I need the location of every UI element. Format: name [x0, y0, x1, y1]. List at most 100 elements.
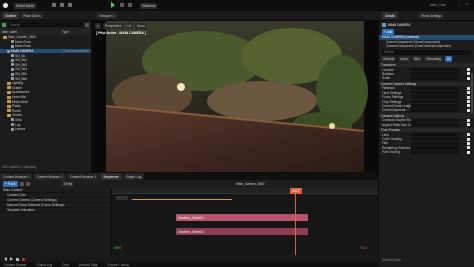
folder-icon: [7, 100, 11, 104]
timeline-area[interactable]: Gradient_Sheet01 Gradient_Sheet02 0027 0…: [112, 188, 378, 255]
component-root-label: MAIN CAMERA (Instance): [382, 35, 420, 40]
bottom-tab[interactable]: Content Browser 2: [33, 173, 66, 180]
property-value-field[interactable]: [411, 141, 459, 146]
fps-selector[interactable]: 24 fps: [61, 181, 75, 187]
main-toolbar: Outliner Place Actors Viewport 1 Details…: [0, 11, 474, 21]
column-item-label[interactable]: Item Label: [2, 30, 62, 34]
property-value-field[interactable]: [411, 118, 459, 122]
property-checkbox[interactable]: [467, 91, 470, 95]
property-checkbox[interactable]: [467, 72, 470, 76]
minimize-icon[interactable]: –: [458, 3, 460, 7]
gradient-section[interactable]: Gradient_Sheet01: [176, 214, 308, 221]
save-icon[interactable]: [52, 3, 56, 7]
tab-outliner[interactable]: Outliner: [2, 12, 20, 19]
camera-lock-icon[interactable]: [25, 182, 30, 186]
property-value-field[interactable]: [411, 72, 459, 76]
select-mode-button[interactable]: Select Mode: [14, 2, 36, 9]
platforms-button[interactable]: Platforms: [140, 2, 158, 9]
outliner-panel: Search Item Label Type Main_Garden_3840 M…: [0, 21, 92, 172]
property-value-field[interactable]: [411, 104, 459, 108]
previous-icon[interactable]: [4, 257, 7, 261]
play-icon[interactable]: [10, 257, 13, 261]
filter-tab[interactable]: Actor: [398, 55, 410, 62]
unreal-logo-icon: [3, 3, 8, 8]
tab-world-settings[interactable]: World Settings: [418, 12, 445, 19]
show-button[interactable]: Show: [134, 23, 147, 29]
property-checkbox[interactable]: [467, 123, 470, 127]
property-value-field[interactable]: [411, 146, 459, 150]
range-start[interactable]: 0000: [114, 246, 121, 250]
bottom-tab[interactable]: Content Browser 3: [66, 173, 100, 180]
perspective-button[interactable]: Perspective: [102, 23, 124, 29]
column-type[interactable]: Type: [62, 30, 69, 34]
outliner-item[interactable]: MAIN CAMERA CineCameraActor: [0, 48, 91, 54]
filter-tab[interactable]: Misc: [411, 55, 423, 62]
property-value-field[interactable]: [411, 99, 459, 104]
filter-tab[interactable]: General: [381, 55, 397, 62]
stop-icon[interactable]: [128, 3, 132, 7]
filter-tab[interactable]: All: [444, 55, 453, 62]
lit-button[interactable]: Lit: [125, 23, 133, 29]
bottom-tab[interactable]: Content Browser 1: [0, 173, 33, 180]
property-label: Constrain Aspect Ratio: [382, 118, 411, 123]
property-checkbox[interactable]: [467, 108, 470, 112]
details-scrollbar[interactable]: [471, 73, 473, 113]
details-actor-row: MAIN CAMERA: [379, 21, 474, 29]
add-actor-icon[interactable]: [2, 22, 6, 27]
playhead-value[interactable]: 0027: [290, 188, 302, 194]
add-component-button[interactable]: + Add: [382, 29, 395, 35]
tab-place-actors[interactable]: Place Actors: [20, 12, 44, 19]
tab-viewport[interactable]: Viewport 1: [96, 12, 118, 19]
property-checkbox[interactable]: [467, 141, 470, 145]
close-icon[interactable]: ×: [466, 2, 468, 6]
property-checkbox[interactable]: [467, 95, 470, 99]
outliner-item[interactable]: Leaves: [0, 127, 91, 132]
property-checkbox[interactable]: [467, 137, 470, 141]
playhead-line[interactable]: [295, 188, 296, 255]
property-value-field[interactable]: [411, 95, 459, 99]
property-value-field[interactable]: [411, 122, 459, 127]
property-value-field[interactable]: [411, 137, 459, 141]
property-value-field[interactable]: [411, 91, 459, 95]
property-value-field[interactable]: [411, 67, 459, 72]
gradient-section[interactable]: Gradient_Sheet02: [176, 228, 308, 235]
bottom-tab[interactable]: Output Log: [122, 173, 145, 180]
save-sequence-icon[interactable]: [19, 182, 24, 186]
viewport-options-button[interactable]: ≡: [95, 23, 101, 29]
add-track-button[interactable]: + Track: [3, 181, 18, 187]
level-viewport[interactable]: ≡ Perspective Lit Show [ Pilot Active - …: [92, 21, 378, 172]
filter-icon[interactable]: [85, 22, 89, 27]
play-icon[interactable]: [111, 2, 115, 8]
property-value-field[interactable]: [411, 150, 459, 154]
step-icon[interactable]: [120, 3, 124, 7]
property-value-field[interactable]: [411, 108, 459, 112]
time-ruler[interactable]: [112, 188, 378, 194]
outliner-search-input[interactable]: Search: [8, 22, 83, 27]
details-search-input[interactable]: Search: [382, 49, 471, 55]
property-value-field[interactable]: [411, 86, 459, 91]
sequencer-track[interactable]: Template Animation: [0, 208, 111, 213]
property-value-field[interactable]: [411, 76, 459, 81]
property-checkbox[interactable]: [467, 146, 470, 150]
property-value-field[interactable]: [411, 132, 459, 137]
property-checkbox[interactable]: [467, 100, 470, 103]
property-checkbox[interactable]: [467, 68, 470, 72]
property-checkbox[interactable]: [467, 150, 470, 154]
bottom-tab[interactable]: Sequencer: [100, 173, 122, 180]
content-icon[interactable]: [60, 3, 64, 7]
property-checkbox[interactable]: [467, 118, 470, 122]
small-flower: [329, 123, 335, 129]
property-checkbox[interactable]: [467, 104, 470, 108]
filter-tab[interactable]: Streaming: [424, 55, 443, 62]
actor-icon: [11, 67, 14, 71]
outliner-item-label: Scatter: [12, 85, 23, 90]
actor-name-field[interactable]: MAIN CAMERA: [388, 23, 411, 27]
stop-icon[interactable]: [16, 257, 19, 261]
property-checkbox[interactable]: [467, 76, 470, 80]
record-icon[interactable]: [22, 257, 25, 261]
range-end[interactable]: 0120: [360, 246, 367, 250]
blueprint-icon[interactable]: [68, 3, 72, 7]
tab-details[interactable]: Details: [382, 12, 398, 19]
property-checkbox[interactable]: [467, 86, 470, 90]
property-checkbox[interactable]: [467, 133, 470, 137]
